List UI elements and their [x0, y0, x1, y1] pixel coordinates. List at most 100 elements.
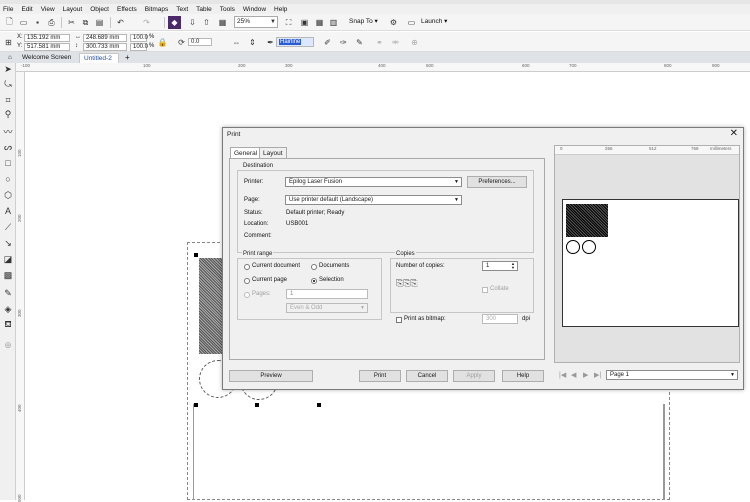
- line-style-icon[interactable]: ✎: [353, 36, 366, 49]
- search-content-icon[interactable]: ◆: [168, 16, 181, 29]
- collate-checkbox[interactable]: [482, 287, 488, 293]
- lock-ratio-icon[interactable]: 🔒: [156, 36, 169, 49]
- tab-untitled-2[interactable]: Untitled-2: [79, 53, 119, 63]
- selection-handle[interactable]: [255, 403, 259, 407]
- shape-tool-icon[interactable]: ⤿: [2, 78, 14, 90]
- combine-icon[interactable]: ⚭: [373, 36, 386, 49]
- grid-icon[interactable]: ▦: [313, 16, 326, 29]
- selection-handle[interactable]: [194, 403, 198, 407]
- zoom-tool-icon[interactable]: ⚲: [2, 108, 14, 120]
- close-icon[interactable]: ✕: [730, 128, 738, 139]
- undo-icon[interactable]: ↶: [114, 16, 127, 29]
- menu-table[interactable]: Table: [196, 6, 212, 13]
- paste-icon[interactable]: ▤: [93, 16, 106, 29]
- redo-icon[interactable]: ↷: [140, 16, 153, 29]
- menu-bitmaps[interactable]: Bitmaps: [145, 6, 168, 13]
- pick-tool-icon[interactable]: ➤: [2, 63, 14, 75]
- previous-page-icon[interactable]: ◀: [571, 371, 576, 379]
- print-button[interactable]: Print: [359, 370, 401, 382]
- cut-icon[interactable]: ✂: [65, 16, 78, 29]
- smart-fill-icon[interactable]: ⛾: [2, 319, 14, 331]
- selection-handle[interactable]: [317, 403, 321, 407]
- copies-stepper[interactable]: 1 ▲ ▼: [482, 261, 518, 271]
- mirror-horizontal-icon[interactable]: ⇔: [230, 36, 243, 49]
- arrowhead-end-icon[interactable]: ✑: [337, 36, 350, 49]
- engraving-object[interactable]: [199, 258, 223, 354]
- add-icon[interactable]: ⊕: [408, 36, 421, 49]
- print-icon[interactable]: ⎙: [45, 16, 58, 29]
- current-document-radio[interactable]: [244, 264, 250, 270]
- selection-handle[interactable]: [194, 253, 198, 257]
- launch-menu[interactable]: Launch ▾: [421, 17, 447, 25]
- vertical-ruler[interactable]: 100 200 300 400 500: [16, 72, 25, 502]
- menu-edit[interactable]: Edit: [21, 6, 32, 13]
- cancel-button[interactable]: Cancel: [406, 370, 448, 382]
- full-screen-icon[interactable]: ⛶: [282, 16, 295, 29]
- apply-button[interactable]: Apply: [453, 370, 495, 382]
- documents-radio[interactable]: [311, 264, 317, 270]
- help-button[interactable]: Help: [502, 370, 544, 382]
- snap-to-menu[interactable]: Snap To ▾: [349, 17, 378, 25]
- menu-effects[interactable]: Effects: [117, 6, 137, 13]
- rotate-icon[interactable]: ⟳: [175, 36, 188, 49]
- open-icon[interactable]: ▭: [17, 16, 30, 29]
- height-field[interactable]: 300.733 mm: [83, 43, 127, 51]
- crop-tool-icon[interactable]: ⌗: [2, 94, 14, 106]
- ellipse-tool-icon[interactable]: ○: [2, 173, 14, 185]
- transparency-icon[interactable]: ▩: [2, 269, 14, 281]
- eyedropper-icon[interactable]: ✎: [2, 287, 14, 299]
- selection-radio[interactable]: [311, 278, 317, 284]
- y-position-field[interactable]: 517.581 mm: [24, 43, 70, 51]
- pages-field[interactable]: 1: [286, 289, 368, 299]
- mirror-vertical-icon[interactable]: ⇕: [246, 36, 259, 49]
- rulers-icon[interactable]: ▣: [298, 16, 311, 29]
- arrowhead-start-icon[interactable]: ✐: [321, 36, 334, 49]
- spin-arrows-icon[interactable]: ▲ ▼: [511, 262, 515, 270]
- menu-view[interactable]: View: [41, 6, 55, 13]
- x-position-field[interactable]: 135.192 mm: [24, 34, 70, 42]
- guidelines-icon[interactable]: ▥: [327, 16, 340, 29]
- break-apart-icon[interactable]: ⚮: [389, 36, 402, 49]
- launch-icon[interactable]: ▭: [405, 16, 418, 29]
- printer-select[interactable]: Epilog Laser Fusion ▼: [285, 177, 462, 187]
- add-tab-button[interactable]: +: [121, 52, 131, 62]
- tab-layout[interactable]: Layout: [259, 147, 287, 158]
- menu-object[interactable]: Object: [90, 6, 109, 13]
- even-odd-select[interactable]: Even & Odd ▼: [286, 303, 368, 313]
- menu-tools[interactable]: Tools: [220, 6, 235, 13]
- add-tool-icon[interactable]: ⊕: [2, 339, 14, 351]
- new-icon[interactable]: 🗋: [3, 16, 16, 29]
- parallel-dimension-icon[interactable]: ⟋: [2, 221, 14, 233]
- rectangle-tool-icon[interactable]: □: [2, 157, 14, 169]
- next-page-icon[interactable]: ▶: [583, 371, 588, 379]
- freehand-tool-icon[interactable]: 〰: [2, 125, 14, 137]
- polygon-tool-icon[interactable]: ⬡: [2, 189, 14, 201]
- print-as-bitmap-checkbox[interactable]: [396, 317, 402, 323]
- width-field[interactable]: 248.689 mm: [83, 34, 127, 42]
- current-page-radio[interactable]: [244, 278, 250, 284]
- last-page-icon[interactable]: ▶|: [594, 371, 601, 379]
- scale-height-field[interactable]: 100.0: [130, 43, 148, 51]
- menu-file[interactable]: File: [3, 6, 13, 13]
- home-icon[interactable]: ⌂: [4, 53, 16, 63]
- page-size-icon[interactable]: ⊞: [2, 36, 15, 49]
- save-icon[interactable]: ▪: [31, 16, 44, 29]
- import-icon[interactable]: ⇩: [186, 16, 199, 29]
- preferences-button[interactable]: Preferences...: [467, 176, 527, 188]
- page-navigator-select[interactable]: Page 1 ▼: [606, 370, 738, 380]
- export-icon[interactable]: ⇧: [200, 16, 213, 29]
- menu-layout[interactable]: Layout: [63, 6, 83, 13]
- menu-help[interactable]: Help: [274, 6, 287, 13]
- drop-shadow-icon[interactable]: ◪: [2, 253, 14, 265]
- pages-radio[interactable]: [244, 292, 250, 298]
- page-select[interactable]: Use printer default (Landscape) ▼: [285, 195, 462, 205]
- menu-text[interactable]: Text: [176, 6, 188, 13]
- text-tool-icon[interactable]: A: [2, 205, 14, 217]
- artistic-media-icon[interactable]: ᔕ: [2, 141, 14, 153]
- interactive-fill-icon[interactable]: ◈: [2, 303, 14, 315]
- gear-icon[interactable]: ⚙: [387, 16, 400, 29]
- preview-button[interactable]: Preview: [229, 370, 313, 382]
- scale-width-field[interactable]: 100.0: [130, 34, 148, 42]
- connector-tool-icon[interactable]: ↘: [2, 237, 14, 249]
- zoom-level-select[interactable]: 25% ▼: [234, 16, 278, 28]
